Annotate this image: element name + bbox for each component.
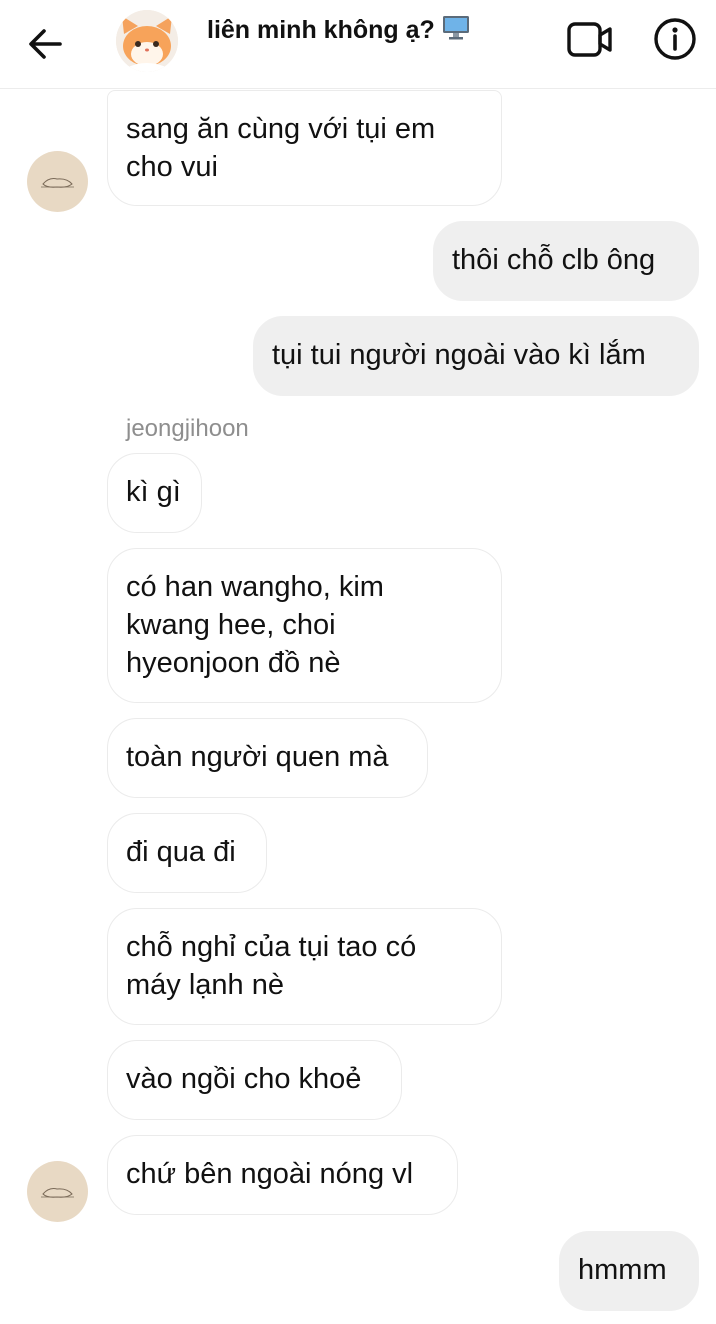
video-camera-icon <box>567 22 612 57</box>
message-bubble-outgoing[interactable]: hmmm <box>559 1231 699 1311</box>
message-text: đi qua đi <box>126 836 236 868</box>
message-bubble-incoming[interactable]: toàn người quen mà <box>107 718 428 798</box>
arrow-left-icon <box>29 29 62 59</box>
message-bubble-incoming[interactable]: chứ bên ngoài nóng vl <box>107 1135 458 1215</box>
message-text: kì gì <box>126 476 181 508</box>
sleeping-cat-avatar-image <box>41 1188 74 1198</box>
message-text: có han wangho, kim kwang hee, choi hyeon… <box>126 571 384 679</box>
message-bubble-incoming[interactable]: chỗ nghỉ của tụi tao có máy lạnh nè <box>107 908 502 1025</box>
message-text: chỗ nghỉ của tụi tao có máy lạnh nè <box>126 931 417 1001</box>
message-bubble-outgoing[interactable]: thôi chỗ clb ông <box>433 221 699 301</box>
desktop-computer-icon <box>441 13 471 50</box>
video-call-button[interactable] <box>564 20 616 60</box>
message-bubble-incoming[interactable]: vào ngồi cho khoẻ <box>107 1040 402 1120</box>
chat-title[interactable]: liên minh không ạ? <box>207 13 471 50</box>
message-text: thôi chỗ clb ông <box>452 244 656 276</box>
back-button[interactable] <box>22 22 70 66</box>
sleeping-cat-avatar-image <box>41 178 74 188</box>
sender-avatar[interactable] <box>27 1161 88 1222</box>
message-text: vào ngồi cho khoẻ <box>126 1063 362 1095</box>
message-bubble-incoming[interactable]: sang ăn cùng với tụi em cho vui <box>107 90 502 206</box>
cat-avatar-image <box>116 10 178 72</box>
chat-header: liên minh không ạ? <box>0 0 716 89</box>
group-avatar[interactable] <box>116 10 178 72</box>
message-bubble-incoming[interactable]: kì gì <box>107 453 202 533</box>
message-text: tụi tui người ngoài vào kì lắm <box>272 339 646 371</box>
message-bubble-incoming[interactable]: có han wangho, kim kwang hee, choi hyeon… <box>107 548 502 703</box>
message-bubble-incoming[interactable]: đi qua đi <box>107 813 267 893</box>
message-text: chứ bên ngoài nóng vl <box>126 1158 414 1190</box>
chat-title-text: liên minh không ạ? <box>207 16 435 45</box>
info-icon <box>654 18 696 60</box>
message-text: toàn người quen mà <box>126 741 389 773</box>
sender-avatar[interactable] <box>27 151 88 212</box>
info-button[interactable] <box>652 16 698 62</box>
message-bubble-outgoing[interactable]: tụi tui người ngoài vào kì lắm <box>253 316 699 396</box>
sender-name: jeongjihoon <box>126 415 249 442</box>
message-text: hmmm <box>578 1254 667 1286</box>
message-text: sang ăn cùng với tụi em cho vui <box>126 113 436 183</box>
